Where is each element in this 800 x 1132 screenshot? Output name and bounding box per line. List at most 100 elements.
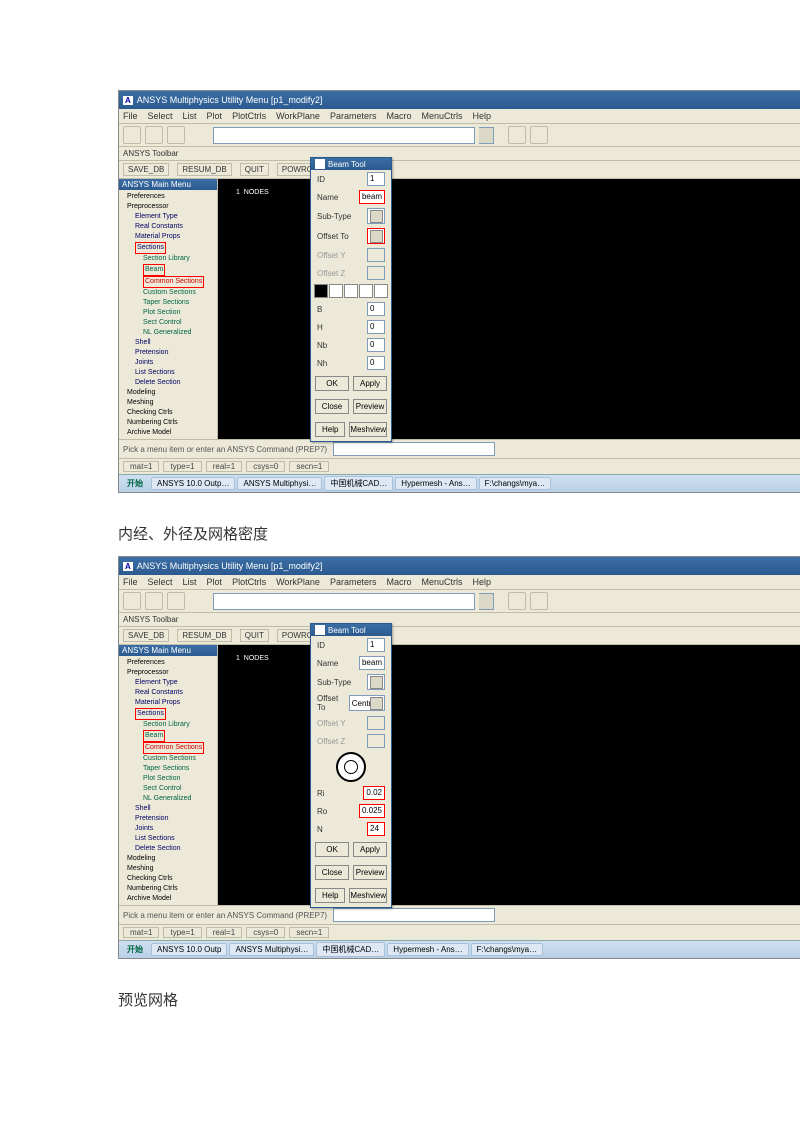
resum-db-button[interactable]: RESUM_DB	[177, 163, 231, 176]
name-input[interactable]: beam	[359, 656, 385, 670]
help-button[interactable]: Help	[315, 422, 345, 437]
subtype-select[interactable]	[367, 674, 385, 690]
tree-item[interactable]: Custom Sections	[121, 754, 215, 764]
taskbar-item[interactable]: ANSYS 10.0 Outp…	[151, 477, 235, 490]
tree-item[interactable]: Coupling / Ceqn	[121, 438, 215, 439]
apply-button[interactable]: Apply	[353, 376, 387, 391]
tree-item[interactable]: Joints	[121, 358, 215, 368]
menu-list[interactable]: List	[183, 577, 197, 587]
menu-menuctrls[interactable]: MenuCtrls	[421, 111, 462, 121]
tree-item[interactable]: Preferences	[121, 192, 215, 202]
name-input[interactable]: beam	[359, 190, 385, 204]
tree-item[interactable]: Sections	[121, 242, 215, 254]
command-combo[interactable]	[213, 127, 475, 144]
tree-item[interactable]: NL Generalized	[121, 794, 215, 804]
command-input[interactable]	[333, 442, 495, 456]
tree-item[interactable]: NL Generalized	[121, 328, 215, 338]
tree-item[interactable]: Custom Sections	[121, 288, 215, 298]
ok-button[interactable]: OK	[315, 842, 349, 857]
tree-item[interactable]: Taper Sections	[121, 298, 215, 308]
tree-item[interactable]: Modeling	[121, 854, 215, 864]
offset-select[interactable]: Centroid	[349, 695, 385, 711]
tree-item[interactable]: Shell	[121, 804, 215, 814]
tree-item[interactable]: Archive Model	[121, 428, 215, 438]
tree-item[interactable]: Archive Model	[121, 894, 215, 904]
h-input[interactable]: 0	[367, 320, 385, 334]
menu-plot[interactable]: Plot	[207, 577, 223, 587]
section-icon[interactable]	[314, 284, 328, 298]
tree-item[interactable]: Taper Sections	[121, 764, 215, 774]
tool-icon[interactable]	[123, 592, 141, 610]
tool-icon[interactable]	[530, 126, 548, 144]
save-db-button[interactable]: SAVE_DB	[123, 163, 169, 176]
start-button[interactable]: 开始	[121, 943, 149, 956]
close-button[interactable]: Close	[315, 865, 349, 880]
tree-item[interactable]: Element Type	[121, 212, 215, 222]
section-icon[interactable]	[344, 284, 358, 298]
tree-item[interactable]: Element Type	[121, 678, 215, 688]
id-input[interactable]: 1	[367, 172, 385, 186]
menu-plotctrls[interactable]: PlotCtrls	[232, 111, 266, 121]
tree-item[interactable]: Sect Control	[121, 318, 215, 328]
section-icon[interactable]	[329, 284, 343, 298]
command-combo[interactable]	[213, 593, 475, 610]
offset-select[interactable]	[367, 228, 385, 244]
menu-workplane[interactable]: WorkPlane	[276, 111, 320, 121]
tree-item[interactable]: Plot Section	[121, 774, 215, 784]
tree-item[interactable]: List Sections	[121, 834, 215, 844]
ri-input[interactable]: 0.02	[363, 786, 385, 800]
tree-item[interactable]: Beam	[121, 264, 215, 276]
tree-item[interactable]: Sect Control	[121, 784, 215, 794]
taskbar-item[interactable]: 中国机械CAD…	[316, 942, 385, 957]
menu-workplane[interactable]: WorkPlane	[276, 577, 320, 587]
menu-select[interactable]: Select	[148, 111, 173, 121]
preview-button[interactable]: Preview	[353, 399, 387, 414]
command-input[interactable]	[333, 908, 495, 922]
menu-plotctrls[interactable]: PlotCtrls	[232, 577, 266, 587]
tree-item[interactable]: Pretension	[121, 348, 215, 358]
taskbar-item[interactable]: F:\changs\mya…	[479, 477, 551, 490]
menu-help[interactable]: Help	[473, 577, 492, 587]
taskbar-item[interactable]: Hypermesh - Ans…	[387, 943, 468, 956]
resum-db-button[interactable]: RESUM_DB	[177, 629, 231, 642]
tree-item[interactable]: Checking Ctrls	[121, 874, 215, 884]
tool-icon[interactable]	[508, 126, 526, 144]
n-input[interactable]: 24	[367, 822, 385, 836]
section-icon[interactable]	[359, 284, 373, 298]
subtype-select[interactable]	[367, 208, 385, 224]
tree-item[interactable]: Real Constants	[121, 222, 215, 232]
save-db-button[interactable]: SAVE_DB	[123, 629, 169, 642]
menu-select[interactable]: Select	[148, 577, 173, 587]
taskbar-item[interactable]: ANSYS Multiphysi…	[237, 477, 322, 490]
tool-icon[interactable]	[530, 592, 548, 610]
tree-item[interactable]: Beam	[121, 730, 215, 742]
menu-macro[interactable]: Macro	[386, 577, 411, 587]
nh-input[interactable]: 0	[367, 356, 385, 370]
nb-input[interactable]: 0	[367, 338, 385, 352]
section-icon[interactable]	[374, 284, 388, 298]
tree-item[interactable]: Section Library	[121, 720, 215, 730]
taskbar-item[interactable]: ANSYS 10.0 Outp	[151, 943, 227, 956]
menu-help[interactable]: Help	[473, 111, 492, 121]
tree-item[interactable]: Meshing	[121, 398, 215, 408]
tree-item[interactable]: Preprocessor	[121, 668, 215, 678]
start-button[interactable]: 开始	[121, 477, 149, 490]
tree-item[interactable]: Checking Ctrls	[121, 408, 215, 418]
tree-item[interactable]: Coupling / Ceqn	[121, 904, 215, 905]
combo-arrow-icon[interactable]	[479, 593, 494, 610]
tree-item[interactable]: Delete Section	[121, 378, 215, 388]
help-button[interactable]: Help	[315, 888, 345, 903]
taskbar-item[interactable]: F:\changs\mya…	[471, 943, 543, 956]
save-icon[interactable]	[167, 126, 185, 144]
tree-item[interactable]: Pretension	[121, 814, 215, 824]
tree-item[interactable]: Material Props	[121, 698, 215, 708]
tree-item[interactable]: Sections	[121, 708, 215, 720]
menu-file[interactable]: File	[123, 577, 138, 587]
tree-item[interactable]: Shell	[121, 338, 215, 348]
tree-item[interactable]: Numbering Ctrls	[121, 418, 215, 428]
menu-menuctrls[interactable]: MenuCtrls	[421, 577, 462, 587]
menu-macro[interactable]: Macro	[386, 111, 411, 121]
id-input[interactable]: 1	[367, 638, 385, 652]
menu-parameters[interactable]: Parameters	[330, 577, 377, 587]
menu-list[interactable]: List	[183, 111, 197, 121]
